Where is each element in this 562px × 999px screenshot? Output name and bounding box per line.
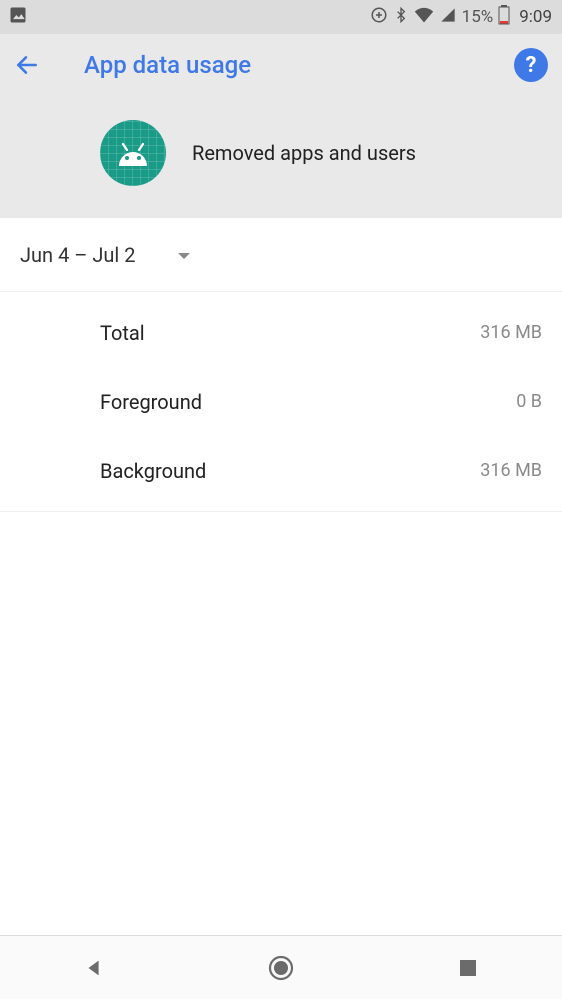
stats-block: Total 316 MB Foreground 0 B Background 3… [0,292,562,512]
header-area: App data usage ? Removed apps and users [0,34,562,218]
stat-total-value: 316 MB [480,322,542,343]
data-saver-icon [370,6,388,29]
nav-recent-button[interactable] [428,958,508,978]
app-bar: App data usage ? [0,34,562,96]
stat-foreground-value: 0 B [516,391,542,412]
battery-icon [498,5,510,30]
help-button[interactable]: ? [514,48,548,82]
stat-foreground-row: Foreground 0 B [0,367,562,436]
nav-back-button[interactable] [54,957,134,979]
stat-background-value: 316 MB [480,460,542,481]
help-icon: ? [526,53,537,78]
wifi-icon [414,7,434,28]
battery-percent: 15% [462,7,494,27]
content-area: Jun 4 – Jul 2 Total 316 MB Foreground 0 … [0,218,562,724]
dropdown-icon [177,243,191,267]
page-title: App data usage [62,51,514,79]
app-info: Removed apps and users [0,96,562,218]
date-range-label: Jun 4 – Jul 2 [20,243,135,267]
status-right: 15% 9:09 [370,5,552,30]
stat-background-row: Background 316 MB [0,436,562,505]
square-recent-icon [458,958,478,978]
stat-background-label: Background [100,459,206,483]
stat-foreground-label: Foreground [100,390,202,414]
bluetooth-icon [393,6,409,29]
cell-signal-icon [439,7,457,28]
triangle-back-icon [83,957,105,979]
navigation-bar [0,935,562,999]
stat-total-label: Total [100,321,145,345]
circle-home-icon [267,954,295,982]
nav-home-button[interactable] [241,954,321,982]
android-app-icon [100,120,166,186]
date-range-selector[interactable]: Jun 4 – Jul 2 [0,218,562,292]
app-name: Removed apps and users [192,141,416,165]
blank-space [0,724,562,936]
status-left [8,5,28,30]
stat-total-row: Total 316 MB [0,298,562,367]
clock: 9:09 [519,7,552,27]
arrow-back-icon [14,52,40,78]
picture-icon [8,5,28,30]
status-bar: 15% 9:09 [0,0,562,34]
back-button[interactable] [14,52,62,78]
